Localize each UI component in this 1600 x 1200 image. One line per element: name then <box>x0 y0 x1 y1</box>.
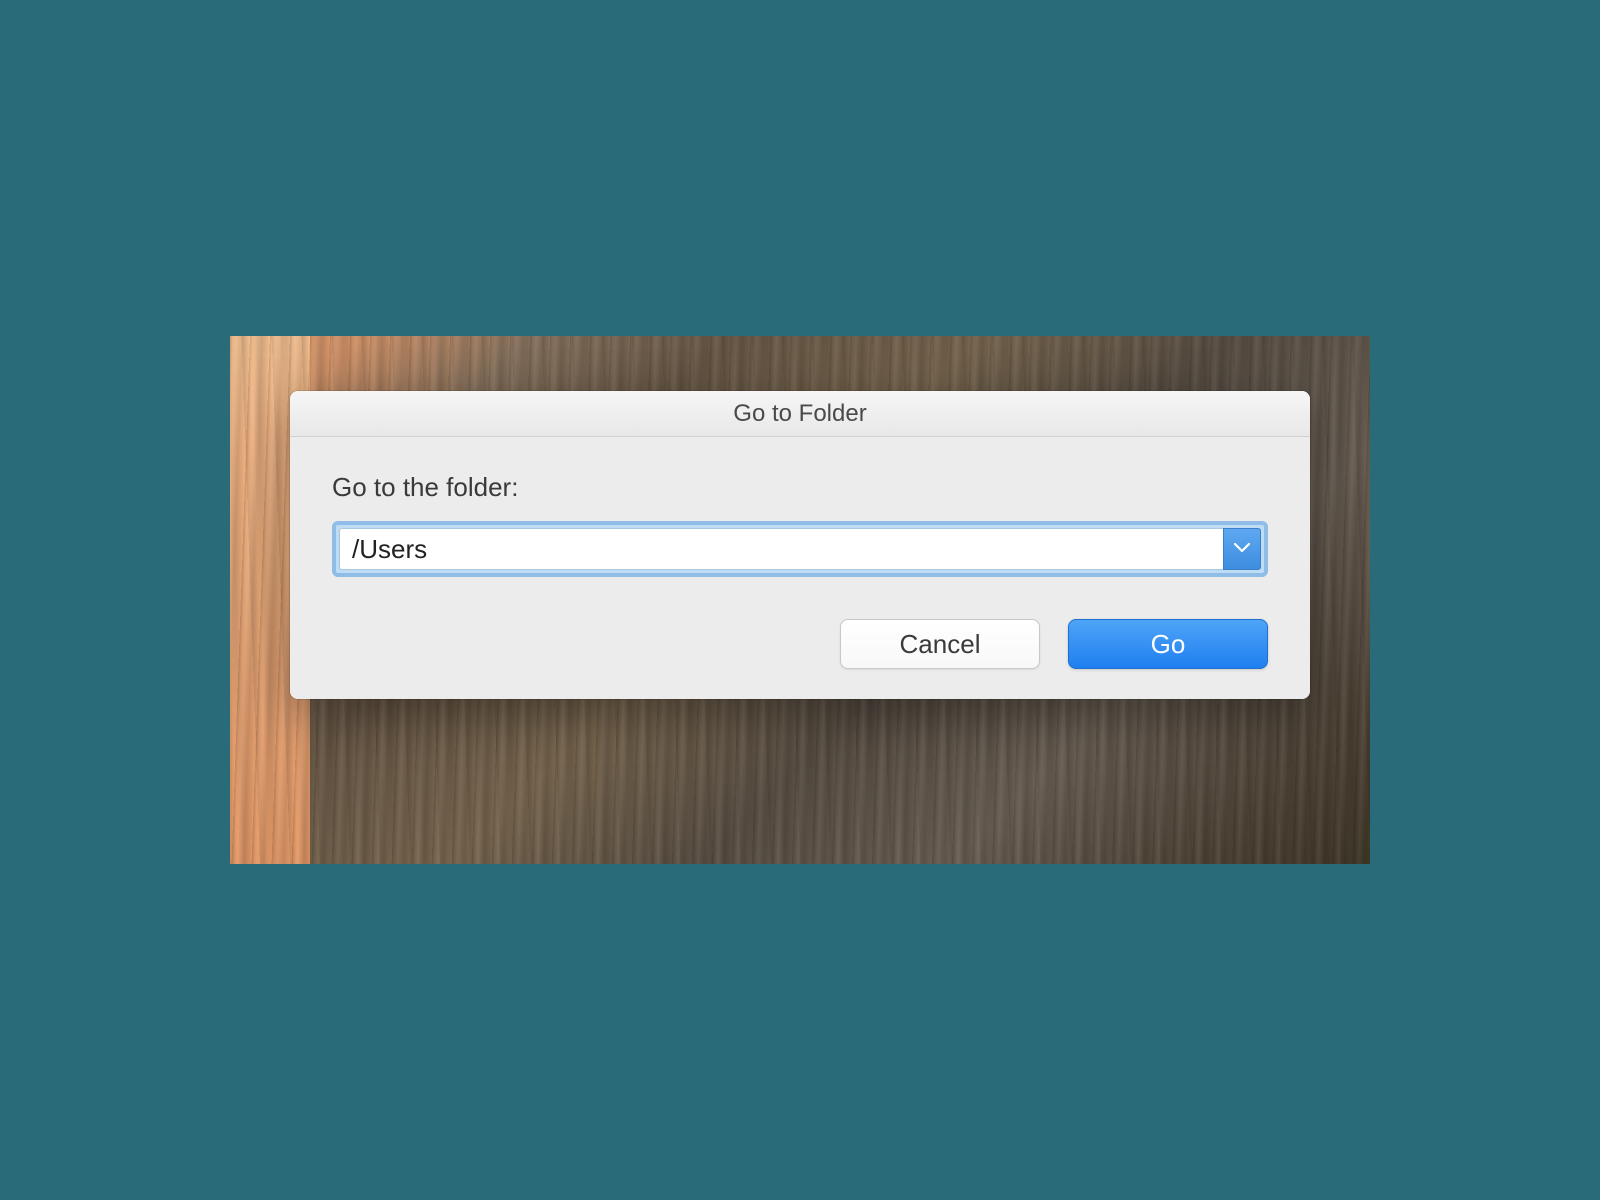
path-input[interactable] <box>339 528 1223 570</box>
desktop-background: Go to Folder Go to the folder: Cancel Go <box>230 336 1370 864</box>
go-to-folder-dialog: Go to Folder Go to the folder: Cancel Go <box>290 391 1310 699</box>
dialog-titlebar[interactable]: Go to Folder <box>290 391 1310 437</box>
path-field-label: Go to the folder: <box>332 472 1268 503</box>
chevron-down-icon <box>1234 540 1250 558</box>
go-button[interactable]: Go <box>1068 619 1268 669</box>
dialog-button-row: Cancel Go <box>332 619 1268 669</box>
dialog-body: Go to the folder: Cancel Go <box>290 437 1310 699</box>
path-combobox <box>332 521 1268 577</box>
path-dropdown-button[interactable] <box>1223 528 1261 570</box>
dialog-title: Go to Folder <box>733 400 866 428</box>
cancel-button[interactable]: Cancel <box>840 619 1040 669</box>
